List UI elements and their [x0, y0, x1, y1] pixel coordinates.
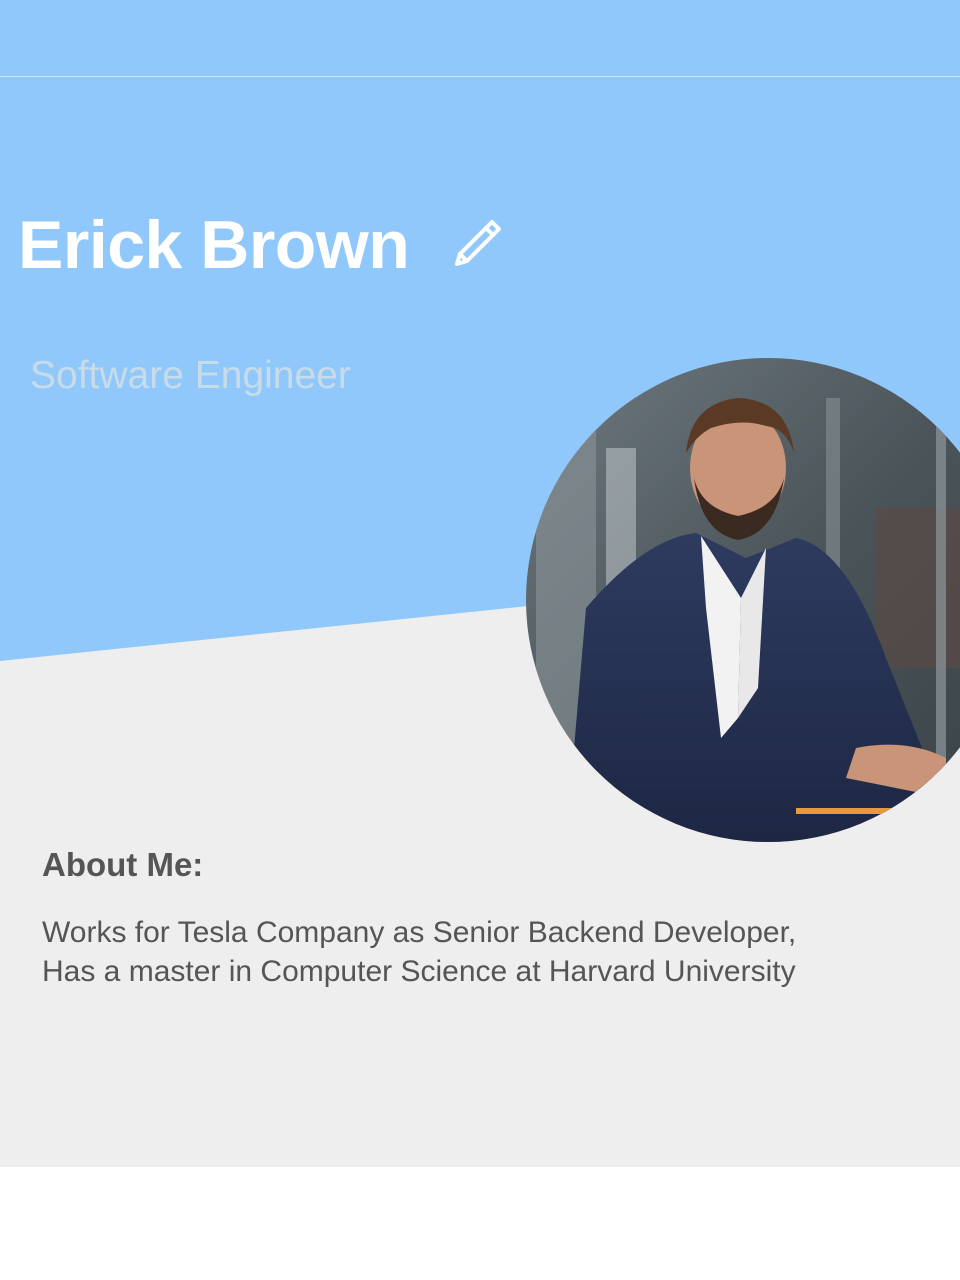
profile-job-title: Software Engineer — [30, 354, 351, 397]
about-line: Has a master in Computer Science at Harv… — [42, 955, 796, 988]
profile-screen: Erick Brown Software Engineer About Me: … — [0, 0, 960, 1280]
top-bar — [0, 0, 960, 77]
about-description: Works for Tesla Company as Senior Backen… — [42, 913, 922, 991]
about-heading: About Me: — [42, 846, 204, 883]
about-line: Works for Tesla Company as Senior Backen… — [42, 916, 797, 949]
pencil-icon — [455, 220, 501, 266]
edit-profile-button[interactable] — [448, 213, 508, 273]
profile-name: Erick Brown — [18, 207, 410, 283]
profile-card: Erick Brown Software Engineer About Me: … — [0, 77, 960, 1167]
